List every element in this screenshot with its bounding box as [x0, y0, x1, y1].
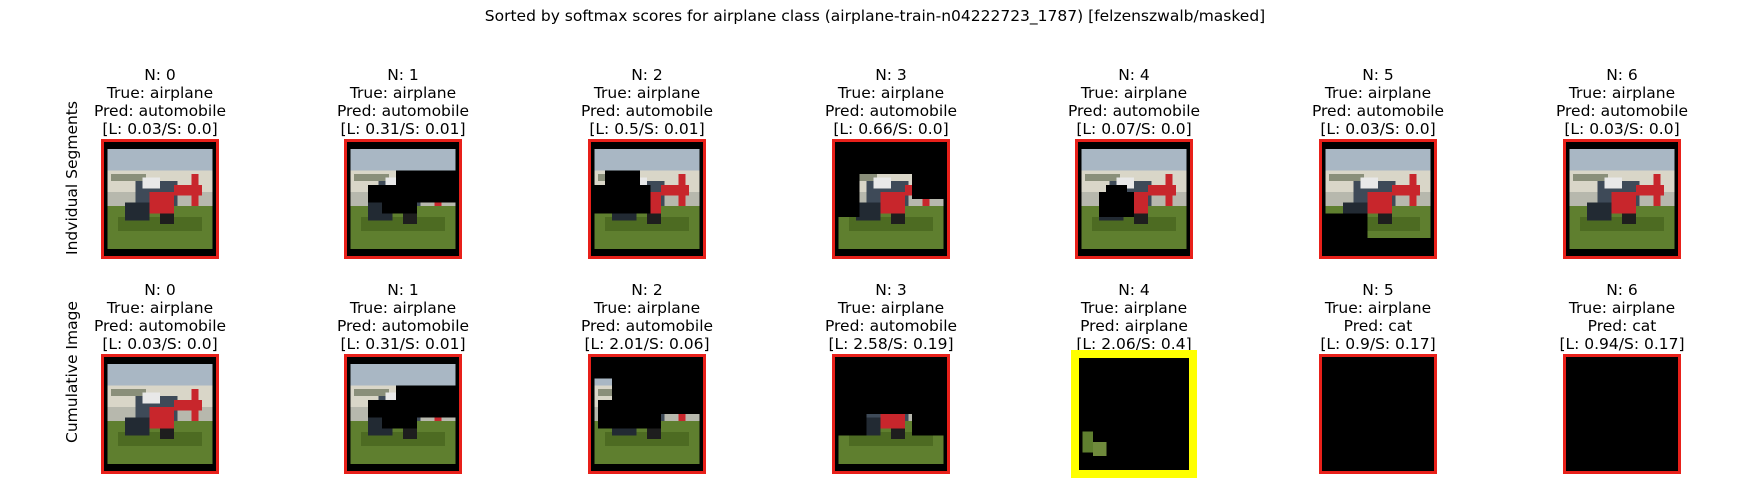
segment-image — [1563, 354, 1681, 474]
panel: N: 5 True: airplane Pred: cat [L: 0.9/S: 0.… — [1298, 281, 1458, 353]
panel: N: 0 True: airplane Pred: automobile [L: 0.… — [80, 281, 240, 353]
row-label-individual-segments: Indvidual Segments — [63, 101, 81, 255]
segment-image — [588, 139, 706, 259]
panel-true-label: True: airplane — [1324, 84, 1432, 102]
panel-index: N: 3 — [875, 281, 907, 299]
panel: N: 0 True: airplane Pred: automobile [L: 0.… — [80, 66, 240, 138]
segment-image — [1563, 139, 1681, 259]
panel-index: N: 4 — [1118, 66, 1150, 84]
panel-true-label: True: airplane — [1568, 299, 1676, 317]
panel-index: N: 2 — [631, 281, 663, 299]
panel: N: 4 True: airplane Pred: automobile [L: 0.… — [1054, 66, 1214, 138]
segment-image-highlighted — [1071, 350, 1197, 478]
segment-image — [1319, 354, 1437, 474]
panel-true-label: True: airplane — [349, 299, 457, 317]
panel-pred-label: Pred: automobile — [824, 317, 958, 335]
panel-scores: [L: 0.31/S: 0.01] — [340, 335, 466, 353]
panel-index: N: 6 — [1606, 66, 1638, 84]
panel: N: 5 True: airplane Pred: automobile [L: 0.… — [1298, 66, 1458, 138]
panel-scores: [L: 0.07/S: 0.0] — [1076, 120, 1192, 138]
panel-scores: [L: 0.66/S: 0.0] — [833, 120, 949, 138]
panel-pred-label: Pred: cat — [1587, 317, 1657, 335]
panel-index: N: 4 — [1118, 281, 1150, 299]
panel-scores: [L: 0.31/S: 0.01] — [340, 120, 466, 138]
panel-true-label: True: airplane — [1324, 299, 1432, 317]
panel-index: N: 2 — [631, 66, 663, 84]
panel-pred-label: Pred: automobile — [1555, 102, 1689, 120]
panel-scores: [L: 0.9/S: 0.17] — [1320, 335, 1436, 353]
panel: N: 2 True: airplane Pred: automobile [L: 0.… — [567, 66, 727, 138]
panel-index: N: 6 — [1606, 281, 1638, 299]
panel-index: N: 5 — [1362, 281, 1394, 299]
panel-true-label: True: airplane — [593, 84, 701, 102]
panel-index: N: 3 — [875, 66, 907, 84]
panel-true-label: True: airplane — [1080, 84, 1188, 102]
panel-pred-label: Pred: automobile — [824, 102, 958, 120]
row-label-cumulative-image: Cumulative Image — [63, 301, 81, 443]
panel: N: 4 True: airplane Pred: airplane [L: 2.06… — [1054, 281, 1214, 353]
panel-pred-label: Pred: automobile — [93, 102, 227, 120]
panel: N: 3 True: airplane Pred: automobile [L: 2.… — [811, 281, 971, 353]
panel-index: N: 0 — [144, 66, 176, 84]
panel-pred-label: Pred: automobile — [1067, 102, 1201, 120]
panel-scores: [L: 0.94/S: 0.17] — [1559, 335, 1685, 353]
panel: N: 1 True: airplane Pred: automobile [L: 0.… — [323, 281, 483, 353]
panel-index: N: 1 — [387, 66, 419, 84]
segment-image — [101, 354, 219, 474]
panel-pred-label: Pred: automobile — [1311, 102, 1445, 120]
panel: N: 6 True: airplane Pred: automobile [L: 0.… — [1542, 66, 1702, 138]
panel-true-label: True: airplane — [349, 84, 457, 102]
panel-pred-label: Pred: automobile — [336, 317, 470, 335]
segment-image — [832, 139, 950, 259]
panel-true-label: True: airplane — [1080, 299, 1188, 317]
panel-pred-label: Pred: cat — [1343, 317, 1413, 335]
panel-pred-label: Pred: automobile — [336, 102, 470, 120]
panel-scores: [L: 0.5/S: 0.01] — [589, 120, 705, 138]
panel-index: N: 0 — [144, 281, 176, 299]
panel-scores: [L: 0.03/S: 0.0] — [102, 335, 218, 353]
panel-pred-label: Pred: automobile — [580, 317, 714, 335]
panel-true-label: True: airplane — [593, 299, 701, 317]
panel-true-label: True: airplane — [837, 84, 945, 102]
segment-image — [588, 354, 706, 474]
panel-scores: [L: 2.01/S: 0.06] — [584, 335, 710, 353]
panel-pred-label: Pred: automobile — [93, 317, 227, 335]
panel-scores: [L: 2.58/S: 0.19] — [828, 335, 954, 353]
panel-index: N: 1 — [387, 281, 419, 299]
panel-pred-label: Pred: automobile — [580, 102, 714, 120]
panel-true-label: True: airplane — [837, 299, 945, 317]
panel: N: 3 True: airplane Pred: automobile [L: 0.… — [811, 66, 971, 138]
panel-scores: [L: 0.03/S: 0.0] — [1564, 120, 1680, 138]
panel-index: N: 5 — [1362, 66, 1394, 84]
panel: N: 1 True: airplane Pred: automobile [L: 0.… — [323, 66, 483, 138]
segment-image — [344, 354, 462, 474]
segment-image — [344, 139, 462, 259]
panel-pred-label: Pred: airplane — [1080, 317, 1188, 335]
segment-image — [101, 139, 219, 259]
panel-true-label: True: airplane — [106, 299, 214, 317]
panel-scores: [L: 0.03/S: 0.0] — [102, 120, 218, 138]
segment-image — [1319, 139, 1437, 259]
panel: N: 6 True: airplane Pred: cat [L: 0.94/S: 0… — [1542, 281, 1702, 353]
panel-true-label: True: airplane — [106, 84, 214, 102]
figure-title: Sorted by softmax scores for airplane cl… — [484, 7, 1266, 25]
panel: N: 2 True: airplane Pred: automobile [L: 2.… — [567, 281, 727, 353]
panel-scores: [L: 0.03/S: 0.0] — [1320, 120, 1436, 138]
panel-true-label: True: airplane — [1568, 84, 1676, 102]
segment-image — [1075, 139, 1193, 259]
segment-image — [832, 354, 950, 474]
